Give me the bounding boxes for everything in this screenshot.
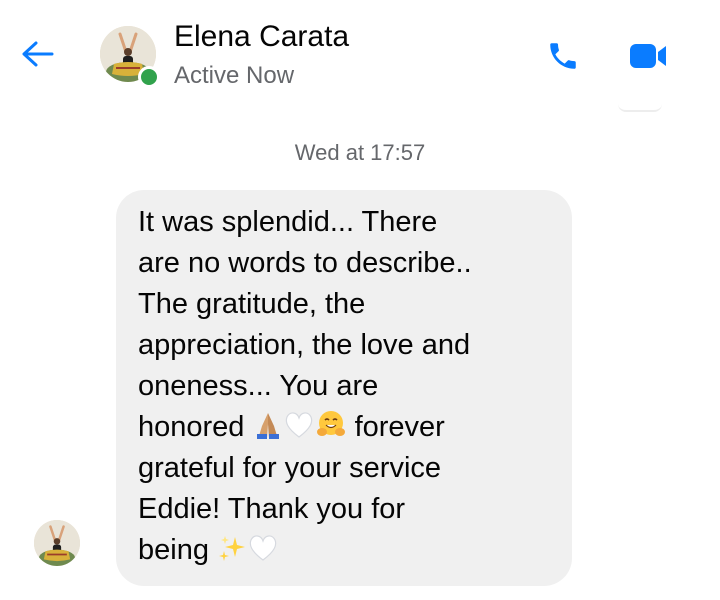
sparkles-emoji-icon	[217, 533, 247, 563]
contact-name[interactable]: Elena Carata	[174, 20, 349, 54]
phone-icon	[546, 39, 580, 73]
message-line: grateful for your service	[138, 452, 442, 484]
message-line: The gratitude, the	[138, 288, 366, 320]
message-line: are no words to describe..	[138, 247, 472, 279]
contact-status: Active Now	[174, 62, 295, 89]
presence-indicator	[138, 66, 160, 88]
message-bubble[interactable]: It was splendid... There are no words to…	[116, 190, 572, 586]
back-button[interactable]	[16, 34, 60, 74]
message-line: oneness... You are	[138, 370, 379, 402]
white-heart-emoji-icon	[247, 533, 279, 563]
contact-avatar-container[interactable]	[100, 24, 160, 88]
audio-call-button[interactable]	[540, 34, 586, 78]
chat-header: Elena Carata Active Now	[0, 0, 720, 112]
video-camera-icon	[628, 41, 668, 71]
message-line: honored forever	[138, 407, 550, 448]
folded-hands-emoji-icon	[253, 410, 283, 440]
messenger-chat-screen: Elena Carata Active Now Wed at 17:57 It …	[0, 0, 720, 600]
white-heart-emoji-icon	[283, 410, 315, 440]
header-divider	[618, 104, 662, 112]
arrow-left-icon	[20, 39, 56, 69]
sender-avatar[interactable]	[34, 520, 80, 566]
video-call-button[interactable]	[622, 34, 674, 78]
message-line: appreciation, the love and	[138, 329, 471, 361]
message-line: being	[138, 530, 550, 571]
message-timestamp: Wed at 17:57	[294, 140, 426, 165]
message-line: Eddie! Thank you for	[138, 493, 406, 525]
message-line: It was splendid... There	[138, 206, 438, 238]
hugging-face-emoji-icon	[315, 408, 347, 440]
